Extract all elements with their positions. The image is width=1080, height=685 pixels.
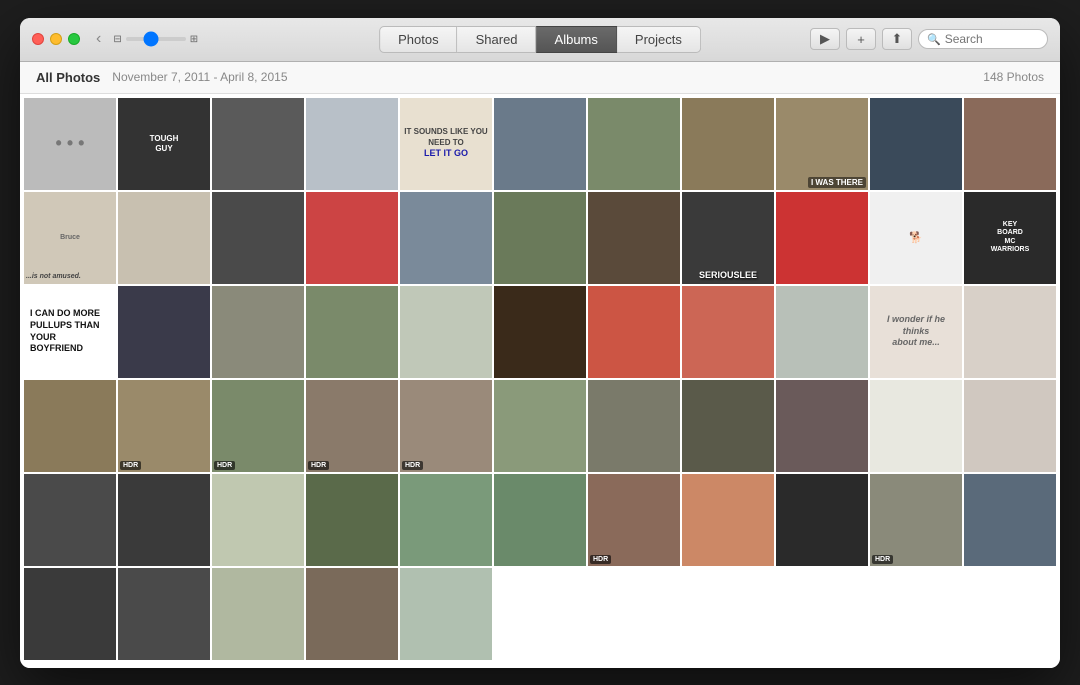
list-item[interactable] [212,474,304,566]
list-item[interactable] [400,192,492,284]
list-item[interactable] [400,474,492,566]
hdr-badge: HDR [308,461,329,470]
list-item[interactable]: SERIOUSLEE [682,192,774,284]
list-item[interactable]: 🐕 [870,192,962,284]
list-item[interactable] [776,474,868,566]
list-item[interactable]: HDR [118,380,210,472]
photos-container[interactable]: • • • TOUGHGUY IT SOUNDS LIKE YOU [20,94,1060,668]
subtitle-bar: All Photos November 7, 2011 - April 8, 2… [20,62,1060,94]
list-item[interactable] [588,380,680,472]
slider-min-icon: ⊟ [113,34,121,45]
list-item[interactable]: KEYBOARDMCWARRIORS [964,192,1056,284]
list-item[interactable] [588,286,680,378]
search-icon: 🔍 [927,33,941,46]
search-box[interactable]: 🔍 [918,29,1048,49]
list-item[interactable]: • • • [24,98,116,190]
list-item[interactable] [212,98,304,190]
minimize-button[interactable] [50,33,62,45]
zoom-slider[interactable] [126,37,186,41]
list-item[interactable]: HDR [212,380,304,472]
list-item[interactable] [870,98,962,190]
hdr-badge: HDR [402,461,423,470]
list-item[interactable] [24,568,116,660]
play-button[interactable]: ▶ [810,28,840,50]
list-item[interactable] [306,192,398,284]
photo-count: 148 Photos [983,70,1044,84]
list-item[interactable] [964,98,1056,190]
all-photos-label: All Photos [36,70,100,85]
titlebar: ‹ ⊟ ⊞ Photos Shared Albums Projects ▶ + … [20,18,1060,62]
list-item[interactable] [118,192,210,284]
list-item[interactable]: HDR [400,380,492,472]
tab-albums[interactable]: Albums [537,26,617,53]
list-item[interactable] [588,98,680,190]
list-item[interactable] [118,474,210,566]
list-item[interactable] [400,568,492,660]
list-item[interactable] [306,98,398,190]
list-item[interactable] [588,192,680,284]
list-item[interactable] [212,286,304,378]
hdr-badge: HDR [214,461,235,470]
list-item[interactable] [400,286,492,378]
list-item[interactable] [212,192,304,284]
list-item[interactable] [682,380,774,472]
list-item[interactable] [776,286,868,378]
list-item[interactable] [118,568,210,660]
list-item[interactable] [306,474,398,566]
list-item[interactable] [494,98,586,190]
zoom-slider-container: ⊟ ⊞ [113,34,198,45]
list-item[interactable] [24,380,116,472]
hdr-badge: HDR [872,555,893,564]
list-item[interactable] [776,380,868,472]
list-item[interactable] [682,474,774,566]
hdr-badge: HDR [590,555,611,564]
list-item[interactable] [494,192,586,284]
add-button[interactable]: + [846,28,876,50]
list-item[interactable]: Bruce ...is not amused. [24,192,116,284]
slider-max-icon: ⊞ [190,34,198,45]
tab-shared[interactable]: Shared [458,26,537,53]
hdr-badge: HDR [120,461,141,470]
list-item[interactable]: I wonder if he thinksabout me... [870,286,962,378]
date-range: November 7, 2011 - April 8, 2015 [112,70,287,84]
list-item[interactable] [964,380,1056,472]
maximize-button[interactable] [68,33,80,45]
nav-tabs: Photos Shared Albums Projects [379,26,701,53]
list-item[interactable] [306,568,398,660]
list-item[interactable] [964,474,1056,566]
list-item[interactable]: HDR [306,380,398,472]
list-item[interactable] [776,192,868,284]
list-item[interactable]: HDR [870,474,962,566]
list-item[interactable] [494,286,586,378]
list-item[interactable] [306,286,398,378]
list-item[interactable] [118,286,210,378]
back-button[interactable]: ‹ [96,31,101,47]
list-item[interactable]: HDR [588,474,680,566]
traffic-lights [32,33,80,45]
main-window: ‹ ⊟ ⊞ Photos Shared Albums Projects ▶ + … [20,18,1060,668]
close-button[interactable] [32,33,44,45]
list-item[interactable]: IT SOUNDS LIKE YOU NEED TO LET IT GO [400,98,492,190]
list-item[interactable] [24,474,116,566]
list-item[interactable] [964,286,1056,378]
list-item[interactable] [494,474,586,566]
list-item[interactable] [494,380,586,472]
photos-grid: • • • TOUGHGUY IT SOUNDS LIKE YOU [24,98,1056,660]
tab-projects[interactable]: Projects [617,26,701,53]
list-item[interactable]: I CAN DO MORE PULLUPS THAN YOUR BOYFRIEN… [24,286,116,378]
list-item[interactable] [212,568,304,660]
list-item[interactable] [870,380,962,472]
list-item[interactable] [682,286,774,378]
search-input[interactable] [945,32,1039,46]
tab-photos[interactable]: Photos [379,26,457,53]
list-item[interactable]: I WAS THERE [776,98,868,190]
list-item[interactable] [682,98,774,190]
list-item[interactable]: TOUGHGUY [118,98,210,190]
share-button[interactable]: ⬆ [882,28,912,50]
right-toolbar: ▶ + ⬆ 🔍 [810,28,1048,50]
